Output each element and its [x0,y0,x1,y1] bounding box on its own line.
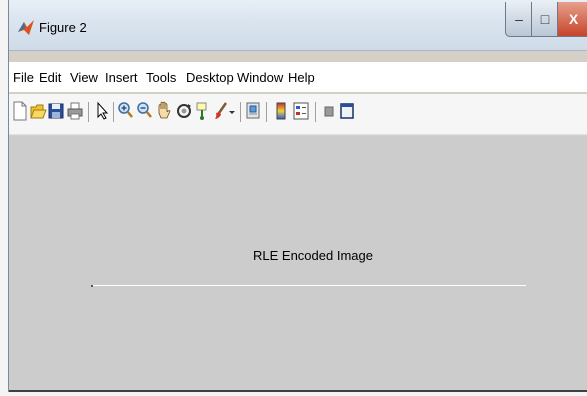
menu-view[interactable]: View [70,70,98,85]
toolbar-separator [266,102,267,122]
toolbar-separator [315,102,316,122]
close-icon: X [568,11,579,27]
zoom-in-icon[interactable] [117,100,135,122]
maximize-icon: □ [540,11,550,27]
pan-hand-icon[interactable] [155,100,173,122]
zoom-out-icon[interactable] [136,100,154,122]
menu-desktop[interactable]: Desktop [186,70,234,85]
open-file-icon[interactable] [29,100,47,122]
minimize-button[interactable]: – [505,2,533,37]
figure-canvas[interactable]: RLE Encoded Image [9,136,587,392]
toolbar-separator [88,102,89,122]
toolbar-separator [240,102,241,122]
hide-plot-tools-icon[interactable] [320,100,338,122]
figure-toolbar [9,94,587,135]
data-cursor-icon[interactable] [194,100,212,122]
window-title: Figure 2 [39,20,87,35]
toolbar-separator [113,102,114,122]
menu-file[interactable]: File [13,70,34,85]
menu-bar: File Edit View Insert Tools Desktop Wind… [9,62,587,140]
close-button[interactable]: X [557,2,587,37]
legend-icon[interactable] [292,100,310,122]
rotate-3d-icon[interactable] [175,100,193,122]
edit-plot-arrow-icon[interactable] [93,100,111,122]
link-plot-icon[interactable] [244,100,262,122]
brush-dropdown-icon[interactable] [228,100,236,122]
print-icon[interactable] [66,100,84,122]
new-figure-icon[interactable] [11,100,29,122]
save-icon[interactable] [47,100,65,122]
figure-window: Figure 2 – □ X File Edit View Insert Too… [8,0,587,392]
minimize-icon: – [515,11,523,27]
title-bar[interactable]: Figure 2 – □ X [9,0,587,51]
maximize-button[interactable]: □ [531,2,559,37]
menu-insert[interactable]: Insert [105,70,138,85]
axes-title: RLE Encoded Image [253,248,373,263]
menu-tools[interactable]: Tools [146,70,176,85]
axes-x-line [91,285,526,286]
menu-help[interactable]: Help [288,70,315,85]
colorbar-icon[interactable] [272,100,290,122]
show-plot-tools-icon[interactable] [338,100,356,122]
matlab-logo-icon [18,20,34,35]
menu-edit[interactable]: Edit [39,70,61,85]
menu-window[interactable]: Window [237,70,283,85]
axes-origin-mark [91,285,93,287]
